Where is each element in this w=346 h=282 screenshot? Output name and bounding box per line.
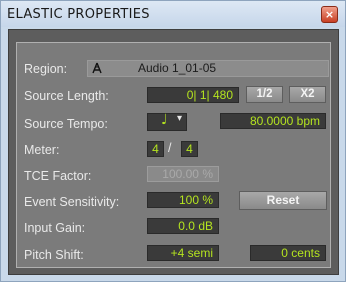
region-label: Region: [24,62,68,76]
tce-factor-field: 100.00 % [147,166,219,182]
pitch-shift-label: Pitch Shift: [24,248,84,262]
chevron-down-icon: ▾ [177,113,183,124]
source-tempo-label: Source Tempo: [24,117,108,131]
input-gain-label: Input Gain: [24,221,86,235]
double-length-button[interactable]: X2 [289,86,326,103]
pitch-shift-semitones-field[interactable]: +4 semi [147,245,219,261]
window-title: ELASTIC PROPERTIES [7,7,150,22]
meter-denominator-field[interactable]: 4 [181,141,198,157]
event-sensitivity-field[interactable]: 100 % [147,192,219,208]
input-gain-field[interactable]: 0.0 dB [147,218,219,234]
source-length-label: Source Length: [24,89,109,103]
note-value-selector[interactable]: ♩ ▾ [147,113,187,131]
reset-button[interactable]: Reset [239,191,327,210]
source-tempo-field[interactable]: 80.0000 bpm [220,113,326,129]
meter-separator: / [168,141,172,155]
close-button[interactable]: × [321,6,338,23]
audio-clip-icon [92,62,102,78]
elastic-properties-window: ELASTIC PROPERTIES × Region: Audio 1_01-… [0,0,346,282]
quarter-note-icon: ♩ [161,112,168,128]
meter-label: Meter: [24,143,60,157]
pitch-shift-cents-field[interactable]: 0 cents [250,245,326,261]
region-field: Audio 1_01-05 [87,60,329,77]
region-name: Audio 1_01-05 [138,61,217,75]
event-sensitivity-label: Event Sensitivity: [24,195,120,209]
source-length-field[interactable]: 0| 1| 480 [147,87,239,103]
meter-numerator-field[interactable]: 4 [147,141,164,157]
tce-factor-label: TCE Factor: [24,169,92,183]
title-bar[interactable]: ELASTIC PROPERTIES × [1,1,345,27]
half-length-button[interactable]: 1/2 [246,86,283,103]
